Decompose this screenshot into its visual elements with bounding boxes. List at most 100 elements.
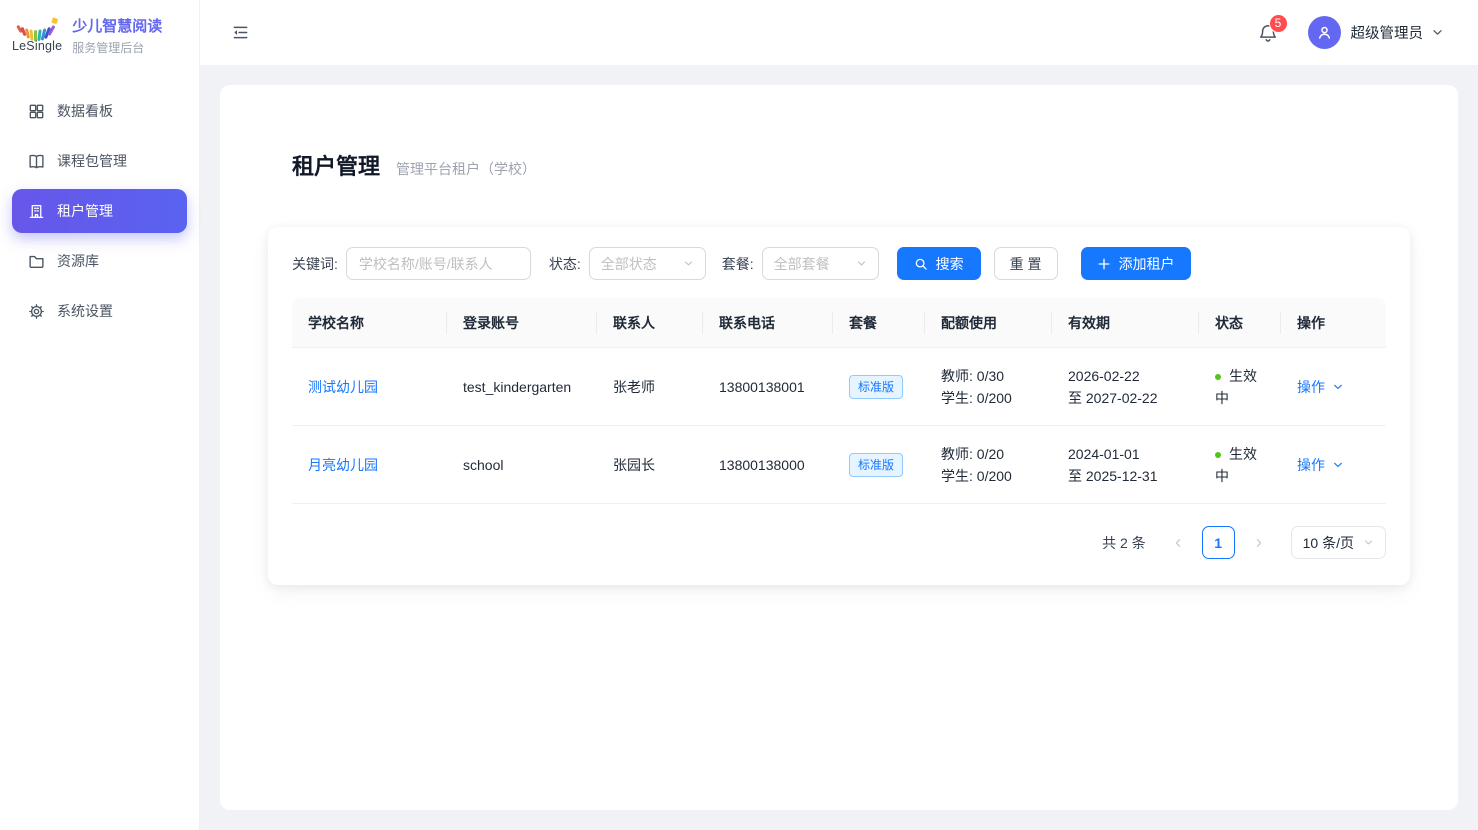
pagination: 共 2 条 1 10 条/页 bbox=[292, 526, 1386, 559]
chevron-down-icon bbox=[1332, 459, 1344, 471]
brand-logo-text: LeSingle bbox=[12, 40, 62, 53]
page-title: 租户管理 bbox=[292, 149, 380, 181]
page-size-select[interactable]: 10 条/页 bbox=[1291, 526, 1386, 559]
table-row: 月亮幼儿园school张园长13800138000标准版教师: 0/20学生: … bbox=[292, 426, 1386, 504]
page-card: 租户管理 管理平台租户（学校） 关键词: 状态: 全部状态 套餐: 全部套餐 bbox=[220, 85, 1458, 810]
cell-quota: 教师: 0/20学生: 0/200 bbox=[925, 426, 1052, 504]
cell-quota: 教师: 0/30学生: 0/200 bbox=[925, 348, 1052, 426]
sidebar-item-course-packages[interactable]: 课程包管理 bbox=[12, 139, 187, 183]
cell-contact: 张园长 bbox=[597, 426, 703, 504]
row-action-button[interactable]: 操作 bbox=[1297, 454, 1344, 476]
cell-contact: 张老师 bbox=[597, 348, 703, 426]
table-body: 测试幼儿园test_kindergarten张老师13800138001标准版教… bbox=[292, 348, 1386, 504]
reset-button[interactable]: 重 置 bbox=[994, 247, 1058, 280]
status-dot-icon bbox=[1215, 452, 1221, 458]
status-select[interactable]: 全部状态 bbox=[589, 247, 706, 280]
plan-select[interactable]: 全部套餐 bbox=[762, 247, 879, 280]
page-head: 租户管理 管理平台租户（学校） bbox=[268, 149, 1410, 181]
cell-phone: 13800138000 bbox=[703, 426, 833, 504]
sidebar-item-label: 系统设置 bbox=[57, 301, 113, 321]
cell-validity: 2024-01-01至 2025-12-31 bbox=[1052, 426, 1199, 504]
column-header: 学校名称 bbox=[292, 298, 447, 348]
school-link[interactable]: 测试幼儿园 bbox=[308, 379, 378, 395]
sidebar: LeSingle 少儿智慧阅读 服务管理后台 数据看板课程包管理租户管理资源库系… bbox=[0, 0, 200, 830]
menu-fold-icon[interactable] bbox=[232, 24, 249, 41]
avatar[interactable] bbox=[1308, 16, 1341, 49]
cell-plan: 标准版 bbox=[833, 426, 925, 504]
page-size-value: 10 条/页 bbox=[1303, 533, 1354, 553]
cell-status: 生效中 bbox=[1199, 348, 1281, 426]
cell-action: 操作 bbox=[1281, 426, 1386, 504]
column-header: 有效期 bbox=[1052, 298, 1199, 348]
top-header: 5 超级管理员 bbox=[200, 0, 1478, 65]
cell-phone: 13800138001 bbox=[703, 348, 833, 426]
table-header-row: 学校名称登录账号联系人联系电话套餐配额使用有效期状态操作 bbox=[292, 298, 1386, 348]
cell-status: 生效中 bbox=[1199, 426, 1281, 504]
chevron-down-icon bbox=[1332, 381, 1344, 393]
sidebar-item-settings[interactable]: 系统设置 bbox=[12, 289, 187, 333]
column-header: 状态 bbox=[1199, 298, 1281, 348]
row-action-label: 操作 bbox=[1297, 454, 1325, 476]
user-icon bbox=[1316, 24, 1333, 41]
cell-school: 月亮幼儿园 bbox=[292, 426, 447, 504]
plan-label: 套餐: bbox=[722, 254, 754, 274]
sidebar-item-resources[interactable]: 资源库 bbox=[12, 239, 187, 283]
main-content: 租户管理 管理平台租户（学校） 关键词: 状态: 全部状态 套餐: 全部套餐 bbox=[200, 65, 1478, 830]
sidebar-item-tenants[interactable]: 租户管理 bbox=[12, 189, 187, 233]
valid-to: 至 2025-12-31 bbox=[1068, 465, 1183, 487]
sidebar-item-label: 数据看板 bbox=[57, 101, 113, 121]
cell-action: 操作 bbox=[1281, 348, 1386, 426]
valid-from: 2026-02-22 bbox=[1068, 365, 1183, 387]
plan-select-value: 全部套餐 bbox=[774, 254, 830, 274]
plus-icon bbox=[1097, 257, 1111, 271]
search-button[interactable]: 搜索 bbox=[897, 247, 981, 280]
column-header: 套餐 bbox=[833, 298, 925, 348]
user-menu-chevron-icon[interactable] bbox=[1431, 26, 1444, 39]
next-page-icon[interactable] bbox=[1243, 527, 1275, 559]
plan-tag: 标准版 bbox=[849, 375, 903, 399]
prev-page-icon[interactable] bbox=[1162, 527, 1194, 559]
notification-bell[interactable]: 5 bbox=[1258, 23, 1278, 43]
chevron-down-icon bbox=[683, 258, 694, 269]
row-action-label: 操作 bbox=[1297, 376, 1325, 398]
brand-subtitle: 服务管理后台 bbox=[72, 39, 162, 56]
page-subtitle: 管理平台租户（学校） bbox=[396, 159, 536, 179]
building-icon bbox=[28, 203, 45, 220]
quota-teacher: 教师: 0/30 bbox=[941, 365, 1036, 387]
table-row: 测试幼儿园test_kindergarten张老师13800138001标准版教… bbox=[292, 348, 1386, 426]
dashboard-icon bbox=[28, 103, 45, 120]
status-badge: 生效中 bbox=[1215, 446, 1257, 484]
cell-validity: 2026-02-22至 2027-02-22 bbox=[1052, 348, 1199, 426]
row-action-button[interactable]: 操作 bbox=[1297, 376, 1344, 398]
status-badge: 生效中 bbox=[1215, 368, 1257, 406]
quota-student: 学生: 0/200 bbox=[941, 465, 1036, 487]
keyword-input[interactable] bbox=[346, 247, 531, 280]
keyword-label: 关键词: bbox=[292, 254, 338, 274]
add-tenant-button[interactable]: 添加租户 bbox=[1081, 247, 1191, 280]
sidebar-menu: 数据看板课程包管理租户管理资源库系统设置 bbox=[0, 70, 199, 352]
column-header: 联系人 bbox=[597, 298, 703, 348]
add-tenant-button-label: 添加租户 bbox=[1119, 254, 1175, 274]
status-dot-icon bbox=[1215, 374, 1221, 380]
column-header: 配额使用 bbox=[925, 298, 1052, 348]
tenant-panel: 关键词: 状态: 全部状态 套餐: 全部套餐 搜索 重 置 bbox=[268, 227, 1410, 585]
chevron-down-icon bbox=[856, 258, 867, 269]
page-number-1[interactable]: 1 bbox=[1202, 526, 1235, 559]
status-label: 状态: bbox=[549, 254, 581, 274]
brand-title: 少儿智慧阅读 bbox=[72, 15, 162, 36]
cell-account: test_kindergarten bbox=[447, 348, 597, 426]
tenant-table: 学校名称登录账号联系人联系电话套餐配额使用有效期状态操作 测试幼儿园 test_k… bbox=[292, 298, 1386, 504]
search-icon bbox=[914, 257, 928, 271]
folder-icon bbox=[28, 253, 45, 270]
notification-badge: 5 bbox=[1269, 14, 1288, 33]
school-link[interactable]: 月亮幼儿园 bbox=[308, 457, 378, 473]
sidebar-item-dashboard[interactable]: 数据看板 bbox=[12, 89, 187, 133]
user-name[interactable]: 超级管理员 bbox=[1351, 22, 1424, 43]
quota-teacher: 教师: 0/20 bbox=[941, 443, 1036, 465]
column-header: 登录账号 bbox=[447, 298, 597, 348]
sidebar-item-label: 资源库 bbox=[57, 251, 99, 271]
cell-plan: 标准版 bbox=[833, 348, 925, 426]
status-select-value: 全部状态 bbox=[601, 254, 657, 274]
chevron-down-icon bbox=[1363, 537, 1374, 548]
gear-icon bbox=[28, 303, 45, 320]
